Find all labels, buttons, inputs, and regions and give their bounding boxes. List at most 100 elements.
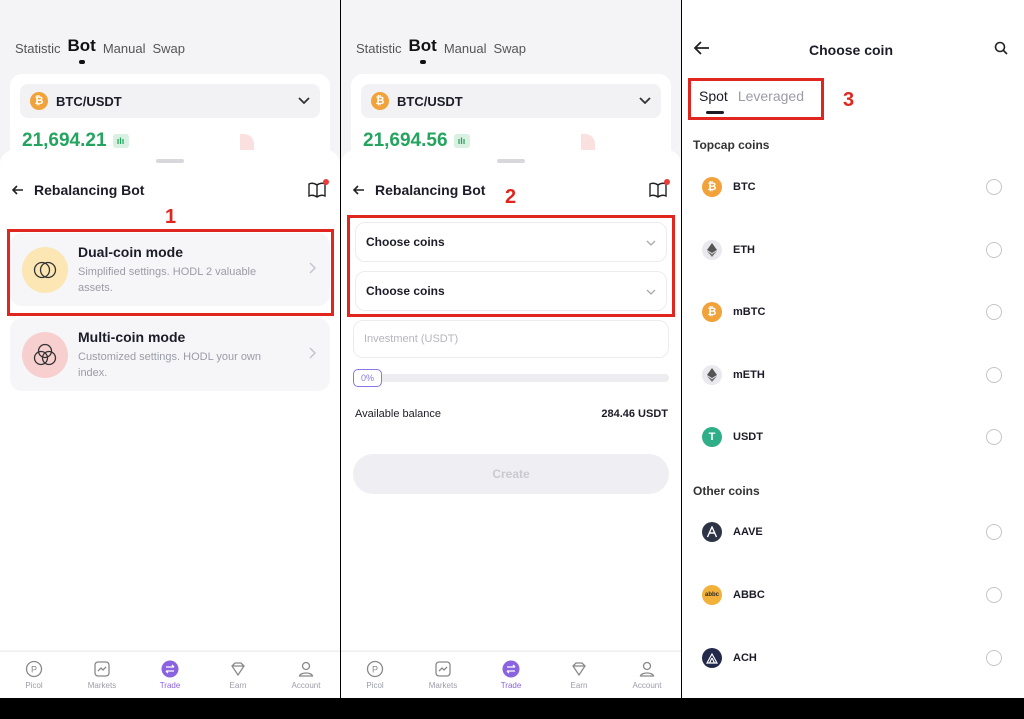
pulse-icon: ılı (453, 134, 470, 148)
nav-account[interactable]: Account (613, 652, 681, 698)
guide-book-icon[interactable] (308, 179, 329, 198)
notification-dot (323, 179, 329, 185)
chevron-down-icon (298, 94, 310, 108)
coin-row-abbc[interactable]: abbc ABBC (702, 581, 1002, 609)
back-arrow-icon[interactable] (352, 182, 367, 198)
tab-swap[interactable]: Swap (152, 41, 185, 56)
coin-radio[interactable] (986, 304, 1002, 320)
nav-picol[interactable]: P Picol (341, 652, 409, 698)
sheet-title: Rebalancing Bot (375, 182, 486, 198)
coin-radio[interactable] (986, 524, 1002, 540)
multi-coin-mode-card[interactable]: Multi-coin mode Customized settings. HOD… (10, 318, 330, 391)
trade-top-tabs: Statistic Bot Manual Swap (356, 36, 533, 64)
coin-radio[interactable] (986, 587, 1002, 603)
chevron-down-icon (639, 94, 651, 108)
annotation-box-3 (688, 78, 824, 120)
coin-row-eth[interactable]: ETH (702, 236, 1002, 264)
nav-label: Trade (500, 681, 522, 690)
account-user-icon (297, 660, 315, 678)
picol-icon: P (25, 660, 43, 678)
coin-symbol: USDT (733, 431, 763, 443)
search-icon[interactable] (994, 41, 1008, 60)
guide-book-icon[interactable] (649, 179, 670, 198)
tab-swap[interactable]: Swap (493, 41, 526, 56)
page-title: Choose coin (808, 42, 893, 58)
price-value: 21,694.56 (363, 130, 448, 151)
sheet-handle[interactable] (497, 159, 525, 163)
tab-statistic[interactable]: Statistic (15, 41, 61, 56)
coin-symbol: mETH (733, 369, 765, 381)
back-arrow-icon[interactable] (11, 182, 26, 198)
tab-bot[interactable]: Bot (68, 36, 96, 64)
create-button[interactable]: Create (353, 454, 669, 494)
nav-markets[interactable]: Markets (68, 652, 136, 698)
nav-earn[interactable]: Earn (545, 652, 613, 698)
nav-account[interactable]: Account (272, 652, 340, 698)
eth-icon (702, 365, 722, 385)
panel-rebalancing-mode: Statistic Bot Manual Swap ₿ BTC/USDT 21,… (0, 0, 340, 698)
nav-earn[interactable]: Earn (204, 652, 272, 698)
sheet-handle[interactable] (156, 159, 184, 163)
nav-picol[interactable]: P Picol (0, 652, 68, 698)
other-coins-title: Other coins (693, 484, 760, 498)
coin-radio[interactable] (986, 367, 1002, 383)
coin-symbol: mBTC (733, 306, 766, 318)
annotation-number-1: 1 (165, 206, 177, 228)
coin-symbol: ABBC (733, 589, 765, 601)
slider-track[interactable] (353, 374, 669, 382)
coin-symbol: ETH (733, 244, 755, 256)
pair-price: 21,694.56 ılı (363, 130, 470, 152)
usdt-icon: T (702, 427, 722, 447)
coin-row-mbtc[interactable]: ₿ mBTC (702, 298, 1002, 326)
pair-price: 21,694.21 ılı (22, 130, 129, 152)
nav-label: Account (291, 681, 321, 690)
abbc-icon: abbc (702, 585, 722, 605)
nav-markets[interactable]: Markets (409, 652, 477, 698)
nav-label: Account (632, 681, 662, 690)
bottom-nav: P Picol Markets Trade Earn Account (341, 651, 681, 698)
chevron-right-icon (309, 347, 317, 362)
btc-icon: ₿ (702, 177, 722, 197)
coin-row-aave[interactable]: AAVE (702, 518, 1002, 546)
mode-description: Customized settings. HODL your own index… (78, 350, 261, 379)
price-value: 21,694.21 (22, 130, 107, 151)
pair-selector[interactable]: ₿ BTC/USDT (361, 84, 661, 118)
coin-radio[interactable] (986, 242, 1002, 258)
back-arrow-icon[interactable] (693, 40, 710, 60)
investment-field[interactable] (353, 320, 669, 358)
markets-chart-icon (434, 660, 452, 678)
account-user-icon (638, 660, 656, 678)
annotation-box-2 (347, 215, 675, 317)
nav-label: Earn (570, 681, 588, 690)
investment-slider[interactable]: 0% (353, 369, 669, 387)
coin-row-usdt[interactable]: T USDT (702, 423, 1002, 451)
ach-icon (702, 648, 722, 668)
tab-manual[interactable]: Manual (444, 41, 487, 56)
coin-radio[interactable] (986, 429, 1002, 445)
coin-row-btc[interactable]: ₿ BTC (702, 173, 1002, 201)
nav-trade[interactable]: Trade (477, 652, 545, 698)
nav-trade[interactable]: Trade (136, 652, 204, 698)
pair-name: BTC/USDT (397, 93, 463, 109)
coin-radio[interactable] (986, 179, 1002, 195)
available-balance-value: 284.46 USDT (601, 408, 668, 420)
coin-row-ach[interactable]: ACH (702, 644, 1002, 672)
tab-bot[interactable]: Bot (409, 36, 437, 64)
choose-coin-header: Choose coin (693, 36, 1008, 64)
pulse-icon: ılı (112, 134, 129, 148)
panel-rebalancing-form: Statistic Bot Manual Swap ₿ BTC/USDT 21,… (341, 0, 681, 698)
investment-input[interactable] (364, 333, 658, 345)
tab-manual[interactable]: Manual (103, 41, 146, 56)
tab-statistic[interactable]: Statistic (356, 41, 402, 56)
coin-symbol: BTC (733, 181, 756, 193)
eth-icon (702, 240, 722, 260)
slider-percent-badge[interactable]: 0% (353, 369, 383, 387)
annotation-number-2: 2 (505, 186, 517, 208)
trade-top-tabs: Statistic Bot Manual Swap (15, 36, 192, 64)
coin-radio[interactable] (986, 650, 1002, 666)
coin-row-meth[interactable]: mETH (702, 361, 1002, 389)
panel-choose-coin: Choose coin Spot Leveraged 3 Topcap coin… (682, 0, 1024, 698)
sheet-header: Rebalancing Bot (11, 179, 329, 198)
pair-selector[interactable]: ₿ BTC/USDT (20, 84, 320, 118)
annotation-number-3: 3 (843, 89, 855, 111)
